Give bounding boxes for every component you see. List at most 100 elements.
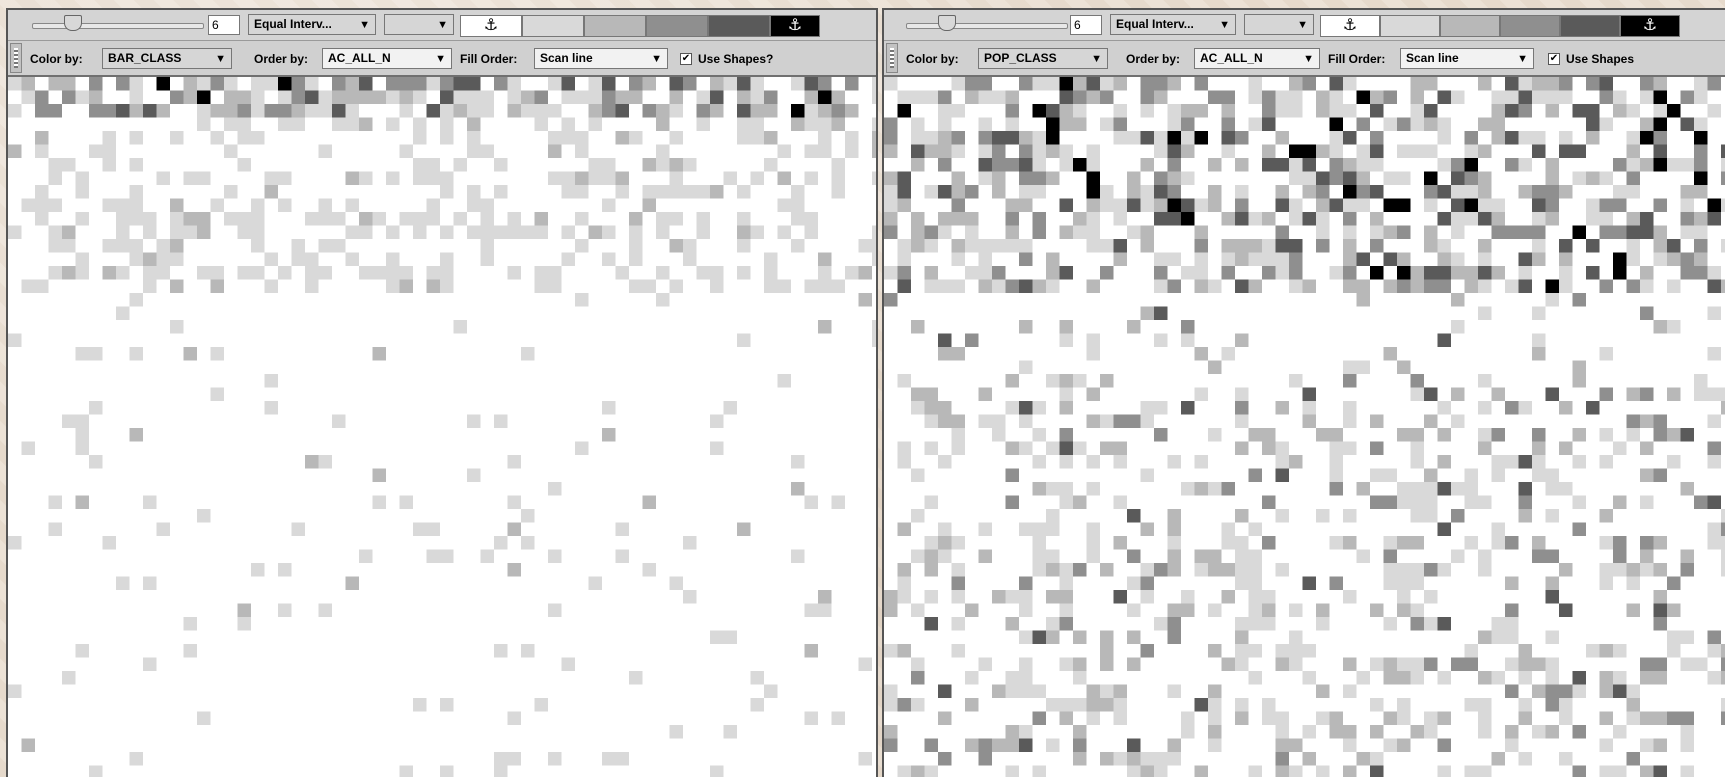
map-cell [575, 144, 589, 158]
map-cell [291, 104, 305, 118]
map-cell [129, 239, 143, 253]
map-cell [845, 266, 859, 280]
classes-count-field[interactable]: 6 [1070, 15, 1102, 35]
map-cell [1599, 765, 1613, 777]
classes-count-field[interactable]: 6 [208, 15, 240, 35]
map-cell [1086, 536, 1100, 550]
legend-swatch-1[interactable]: ⚓ [460, 15, 522, 37]
legend-swatch-5[interactable] [708, 15, 770, 37]
map-cell [1451, 549, 1465, 563]
fill-order-dropdown[interactable]: Scan line ▼ [1400, 48, 1534, 69]
map-cell [1167, 104, 1181, 118]
map-cell [386, 77, 400, 91]
map-cell [1383, 347, 1397, 361]
map-cell [345, 576, 359, 590]
map-cell [548, 603, 562, 617]
toolbar-grip-handle[interactable] [886, 43, 898, 73]
map-cell [1545, 657, 1559, 671]
legend-swatch-4[interactable] [1500, 15, 1560, 37]
map-cell [872, 171, 876, 185]
map-cell [1680, 549, 1694, 563]
classes-slider-thumb[interactable] [938, 15, 956, 31]
map-cell [75, 171, 89, 185]
pixel-map-left[interactable] [8, 77, 876, 777]
map-cell [1626, 576, 1640, 590]
map-cell [116, 77, 130, 91]
legend-swatch-3[interactable] [584, 15, 646, 37]
map-cell [1478, 725, 1492, 739]
map-cell [426, 212, 440, 226]
color-scheme-dropdown[interactable]: ▼ [1244, 14, 1314, 35]
legend-swatch-1[interactable]: ⚓ [1320, 15, 1380, 37]
map-cell [1235, 239, 1249, 253]
order-by-dropdown[interactable]: AC_ALL_N ▼ [322, 48, 452, 69]
legend-swatch-3[interactable] [1440, 15, 1500, 37]
map-cell [1640, 158, 1654, 172]
map-cell [1491, 752, 1505, 766]
legend-swatch-2[interactable] [1380, 15, 1440, 37]
color-by-dropdown[interactable]: BAR_CLASS ▼ [102, 48, 232, 69]
color-by-dropdown[interactable]: POP_CLASS ▼ [978, 48, 1108, 69]
map-cell [1289, 252, 1303, 266]
map-cell [1113, 495, 1127, 509]
map-cell [978, 90, 992, 104]
legend-swatch-6[interactable]: ⚓ [770, 15, 820, 37]
map-cell [143, 212, 157, 226]
map-cell [1397, 482, 1411, 496]
map-cell [1113, 536, 1127, 550]
map-cell [1397, 360, 1411, 374]
classes-slider[interactable] [32, 23, 204, 29]
fill-order-dropdown[interactable]: Scan line ▼ [534, 48, 668, 69]
map-cell [1167, 509, 1181, 523]
map-cell [480, 90, 494, 104]
map-cell [1235, 387, 1249, 401]
map-cell [615, 522, 629, 536]
legend-swatch-6[interactable]: ⚓ [1620, 15, 1680, 37]
map-cell [1599, 536, 1613, 550]
map-cell [1370, 657, 1384, 671]
map-cell [965, 77, 979, 91]
map-cell [1208, 725, 1222, 739]
fill-order-label: Fill Order: [1328, 52, 1386, 66]
map-cell [521, 104, 535, 118]
map-cell [750, 104, 764, 118]
map-cell [1208, 158, 1222, 172]
map-cell [89, 765, 103, 777]
classes-slider-thumb[interactable] [64, 15, 82, 31]
map-cell [1343, 252, 1357, 266]
map-cell [1059, 117, 1073, 131]
map-cell [1302, 144, 1316, 158]
use-shapes-checkbox[interactable]: ✔ [680, 53, 692, 65]
map-cell [992, 144, 1006, 158]
classification-dropdown[interactable]: Equal Interv... ▼ [1110, 14, 1236, 35]
toolbar-grip-handle[interactable] [10, 43, 22, 73]
map-cell [1532, 549, 1546, 563]
legend-swatch-4[interactable] [646, 15, 708, 37]
map-cell [1505, 576, 1519, 590]
color-scheme-dropdown[interactable]: ▼ [384, 14, 454, 35]
legend-swatch-5[interactable] [1560, 15, 1620, 37]
map-cell [750, 77, 764, 91]
map-cell [1073, 90, 1087, 104]
map-cell [1113, 198, 1127, 212]
map-cell [116, 306, 130, 320]
map-cell [1397, 252, 1411, 266]
classification-dropdown[interactable]: Equal Interv... ▼ [248, 14, 376, 35]
use-shapes-checkbox[interactable]: ✔ [1548, 53, 1560, 65]
map-cell [1073, 725, 1087, 739]
order-by-dropdown[interactable]: AC_ALL_N ▼ [1194, 48, 1320, 69]
classes-slider[interactable] [906, 23, 1068, 29]
legend-swatch-2[interactable] [522, 15, 584, 37]
map-cell [35, 131, 49, 145]
map-cell [1694, 158, 1708, 172]
map-cell [1397, 590, 1411, 604]
map-cell [1181, 333, 1195, 347]
map-cell [1626, 698, 1640, 712]
map-cell [561, 90, 575, 104]
map-cell [1559, 752, 1573, 766]
map-cell [978, 252, 992, 266]
map-cell [1599, 644, 1613, 658]
map-cell [1019, 738, 1033, 752]
map-cell [710, 441, 724, 455]
pixel-map-right[interactable] [884, 77, 1725, 777]
